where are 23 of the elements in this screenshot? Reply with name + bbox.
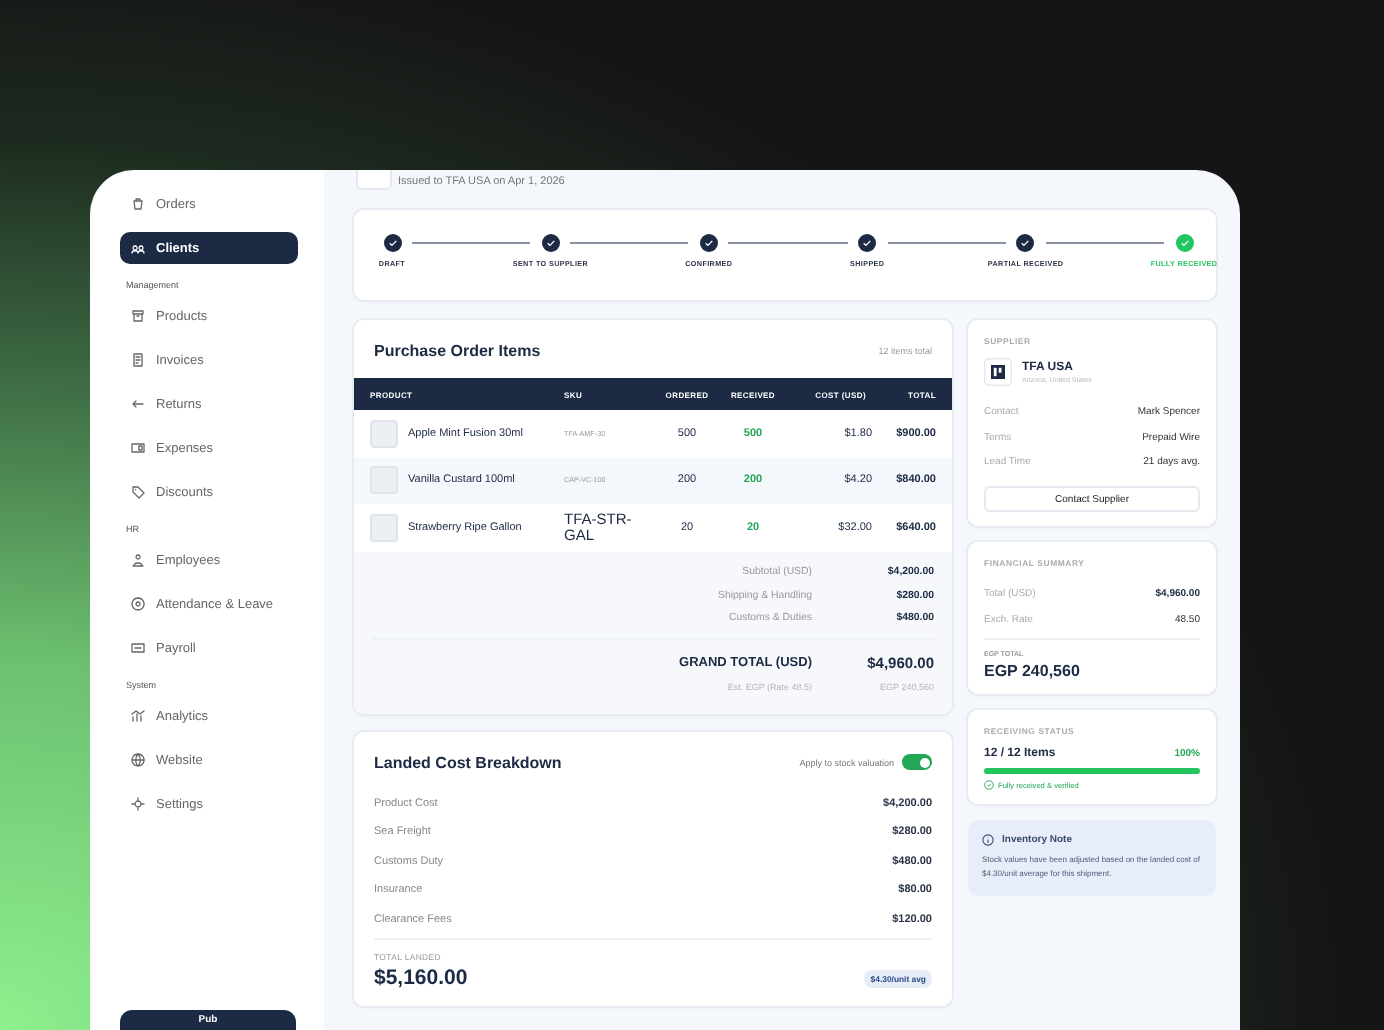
info-icon [982, 834, 994, 846]
nav-icon [130, 640, 146, 656]
card-title: Landed Cost Breakdown [374, 753, 562, 771]
nav-icon [130, 552, 146, 568]
nav-icon [130, 196, 146, 212]
nav-icon [130, 596, 146, 612]
card-title: Purchase Order Items [374, 342, 541, 360]
product-thumbnail [370, 419, 398, 448]
nav-icon [130, 440, 146, 456]
nav-icon [130, 240, 146, 256]
nav-icon [130, 796, 146, 812]
nav-icon [130, 484, 146, 500]
nav-icon [130, 708, 146, 724]
total-landed-value: $5,160.00 [374, 966, 468, 990]
check-circle-icon [984, 780, 994, 790]
nav-icon [130, 308, 146, 324]
egp-total-value: EGP 240,560 [984, 662, 1082, 680]
supplier-logo-icon [984, 358, 1012, 386]
product-thumbnail [370, 513, 398, 542]
nav-icon [130, 396, 146, 412]
nav-icon [130, 352, 146, 368]
nav-icon [130, 752, 146, 768]
toggle-switch[interactable] [902, 754, 932, 770]
